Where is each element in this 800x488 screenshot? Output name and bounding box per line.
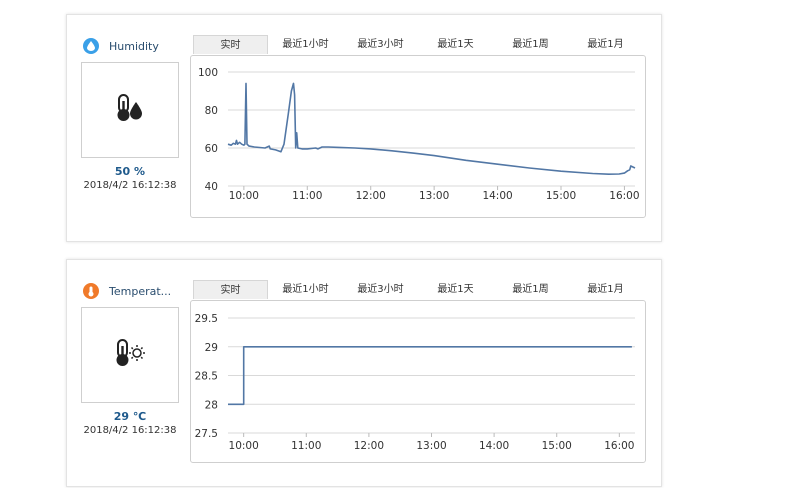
y-tick-label: 40 bbox=[205, 181, 218, 193]
tab-last-1-week[interactable]: 最近1周 bbox=[493, 280, 568, 299]
water-drop-icon bbox=[83, 38, 99, 54]
humidity-chart: 40 60 80 100 10:00 11:00 12:00 13:00 14:00 15:00 1… bbox=[190, 55, 646, 218]
tab-last-1-hour[interactable]: 最近1小时 bbox=[268, 35, 343, 54]
humidity-timestamp: 2018/4/2 16:12:38 bbox=[83, 180, 177, 191]
x-tick-label: 11:00 bbox=[292, 190, 322, 202]
temperature-range-tabs: 实时 最近1小时 最近3小时 最近1天 最近1周 最近1月 bbox=[193, 280, 645, 299]
humidity-sensor-box bbox=[81, 62, 179, 158]
temperature-value: 29 ℃ bbox=[113, 410, 147, 423]
tab-last-1-month[interactable]: 最近1月 bbox=[568, 35, 643, 54]
x-tick-label: 13:00 bbox=[416, 440, 446, 452]
tab-last-3-hours[interactable]: 最近3小时 bbox=[343, 35, 418, 54]
tab-last-1-hour[interactable]: 最近1小时 bbox=[268, 280, 343, 299]
tab-last-1-day[interactable]: 最近1天 bbox=[418, 280, 493, 299]
x-tick-label: 12:00 bbox=[354, 440, 384, 452]
tab-last-3-hours[interactable]: 最近3小时 bbox=[343, 280, 418, 299]
temperature-timestamp: 2018/4/2 16:12:38 bbox=[83, 425, 177, 436]
temperature-header: Temperat... bbox=[83, 282, 171, 300]
y-tick-label: 60 bbox=[205, 143, 218, 155]
tab-last-1-day[interactable]: 最近1天 bbox=[418, 35, 493, 54]
temperature-sensor-box bbox=[81, 307, 179, 403]
y-tick-label: 27.5 bbox=[195, 428, 218, 440]
y-tick-label: 100 bbox=[198, 67, 218, 79]
humidity-value: 50 % bbox=[114, 165, 146, 178]
y-tick-label: 28 bbox=[205, 399, 218, 411]
thermometer-sun-icon bbox=[114, 338, 146, 372]
y-tick-label: 29 bbox=[205, 342, 218, 354]
y-tick-label: 80 bbox=[205, 105, 218, 117]
x-tick-label: 16:00 bbox=[609, 190, 639, 202]
x-tick-label: 15:00 bbox=[542, 440, 572, 452]
tab-realtime[interactable]: 实时 bbox=[193, 35, 268, 54]
x-tick-label: 16:00 bbox=[604, 440, 634, 452]
y-tick-label: 29.5 bbox=[195, 313, 218, 325]
tab-realtime[interactable]: 实时 bbox=[193, 280, 268, 299]
tab-last-1-week[interactable]: 最近1周 bbox=[493, 35, 568, 54]
humidity-header: Humidity bbox=[83, 37, 159, 55]
temperature-chart: 27.5 28 28.5 29 29.5 10:00 11:00 12:00 13:00 14:0… bbox=[190, 300, 646, 463]
humidity-panel: Humidity 50 % 2018/4/2 16:12:38 实时 最近1小时… bbox=[66, 14, 662, 242]
x-tick-label: 10:00 bbox=[229, 190, 259, 202]
x-tick-label: 13:00 bbox=[419, 190, 449, 202]
humidity-line-chart: 40 60 80 100 10:00 11:00 12:00 13:00 14:00 15:00 1… bbox=[198, 67, 640, 202]
temperature-line-chart: 27.5 28 28.5 29 29.5 10:00 11:00 12:00 13:00 14:0… bbox=[195, 313, 635, 452]
thermometer-icon bbox=[83, 283, 99, 299]
x-tick-label: 14:00 bbox=[482, 190, 512, 202]
series-line bbox=[227, 82, 636, 175]
x-tick-label: 11:00 bbox=[291, 440, 321, 452]
tab-last-1-month[interactable]: 最近1月 bbox=[568, 280, 643, 299]
humidity-title: Humidity bbox=[109, 39, 159, 53]
x-tick-label: 15:00 bbox=[546, 190, 576, 202]
x-tick-label: 14:00 bbox=[479, 440, 509, 452]
thermometer-drop-icon bbox=[115, 93, 145, 127]
temperature-title: Temperat... bbox=[109, 284, 172, 298]
y-tick-label: 28.5 bbox=[195, 371, 218, 383]
x-tick-label: 12:00 bbox=[356, 190, 386, 202]
temperature-panel: Temperat... 29 ℃ 2018/4/2 16:12:38 实时 最近… bbox=[66, 259, 662, 487]
x-tick-label: 10:00 bbox=[229, 440, 259, 452]
humidity-range-tabs: 实时 最近1小时 最近3小时 最近1天 最近1周 最近1月 bbox=[193, 35, 645, 54]
